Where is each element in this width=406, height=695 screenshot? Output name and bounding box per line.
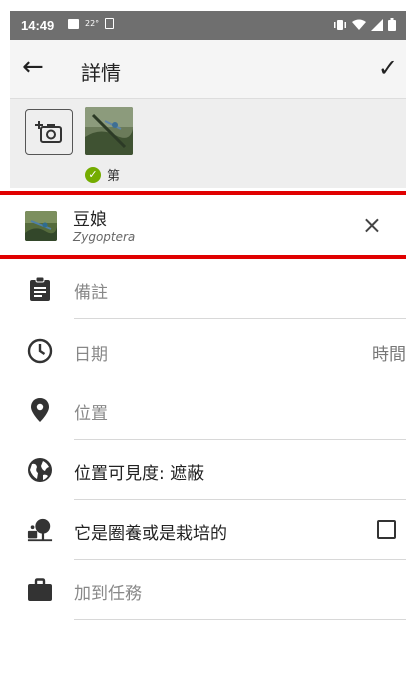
back-arrow-icon[interactable]: ← (22, 54, 44, 80)
captive-checkbox[interactable] (377, 520, 396, 539)
geoprivacy-row[interactable]: 位置可見度: 遮蔽 (10, 440, 406, 500)
wifi-icon (352, 19, 366, 30)
temperature-text: 22° (85, 19, 100, 28)
captive-label: 它是圈養或是栽培的 (74, 524, 227, 544)
selected-taxon-row[interactable]: 豆娘 Zygoptera × (0, 191, 406, 259)
clipboard-notification-icon (105, 18, 115, 29)
close-icon[interactable]: × (362, 211, 382, 239)
add-photo-icon (35, 121, 62, 143)
clipboard-icon (27, 276, 53, 302)
add-to-project-label[interactable]: 加到任務 (74, 579, 142, 604)
taxon-scientific-name: Zygoptera (73, 230, 136, 244)
status-time: 14:49 (21, 18, 55, 33)
photo-strip: ✓ 第 (10, 98, 406, 188)
geoprivacy-label[interactable]: 位置可見度: 遮蔽 (74, 459, 204, 484)
status-bar: 14:49 22° (10, 11, 406, 40)
notes-row[interactable]: 備註 (10, 259, 406, 319)
taxon-thumbnail (25, 211, 57, 241)
add-to-project-row[interactable]: 加到任務 (10, 560, 406, 620)
add-photo-button[interactable] (25, 109, 73, 155)
date-row[interactable]: 日期 時間 (10, 321, 406, 381)
location-row[interactable]: 位置 (10, 380, 406, 440)
location-pin-icon (27, 397, 53, 423)
taxon-common-name: 豆娘 (73, 210, 107, 230)
save-check-icon[interactable]: ✓ (378, 54, 398, 82)
badge-label: 第 (107, 169, 121, 184)
check-circle-icon: ✓ (85, 166, 101, 183)
notes-field[interactable]: 備註 (74, 278, 108, 303)
date-label[interactable]: 日期 (74, 340, 108, 365)
signal-icon (371, 18, 383, 31)
app-bar: ← 詳情 ✓ (10, 40, 406, 98)
primary-photo-badge: ✓ 第 (85, 165, 120, 184)
briefcase-icon (27, 577, 53, 603)
divider (74, 318, 406, 319)
captive-row[interactable]: 它是圈養或是栽培的 (10, 500, 406, 560)
divider (74, 619, 406, 620)
battery-icon (388, 18, 396, 31)
captive-plant-icon (27, 517, 53, 543)
gallery-notification-icon (68, 18, 79, 29)
clock-icon (27, 338, 53, 364)
globe-icon (27, 457, 53, 483)
time-label[interactable]: 時間 (372, 340, 406, 365)
vibrate-icon (334, 19, 346, 30)
location-label[interactable]: 位置 (74, 399, 108, 424)
observation-photo-thumbnail[interactable] (85, 107, 133, 155)
page-title: 詳情 (81, 61, 121, 85)
